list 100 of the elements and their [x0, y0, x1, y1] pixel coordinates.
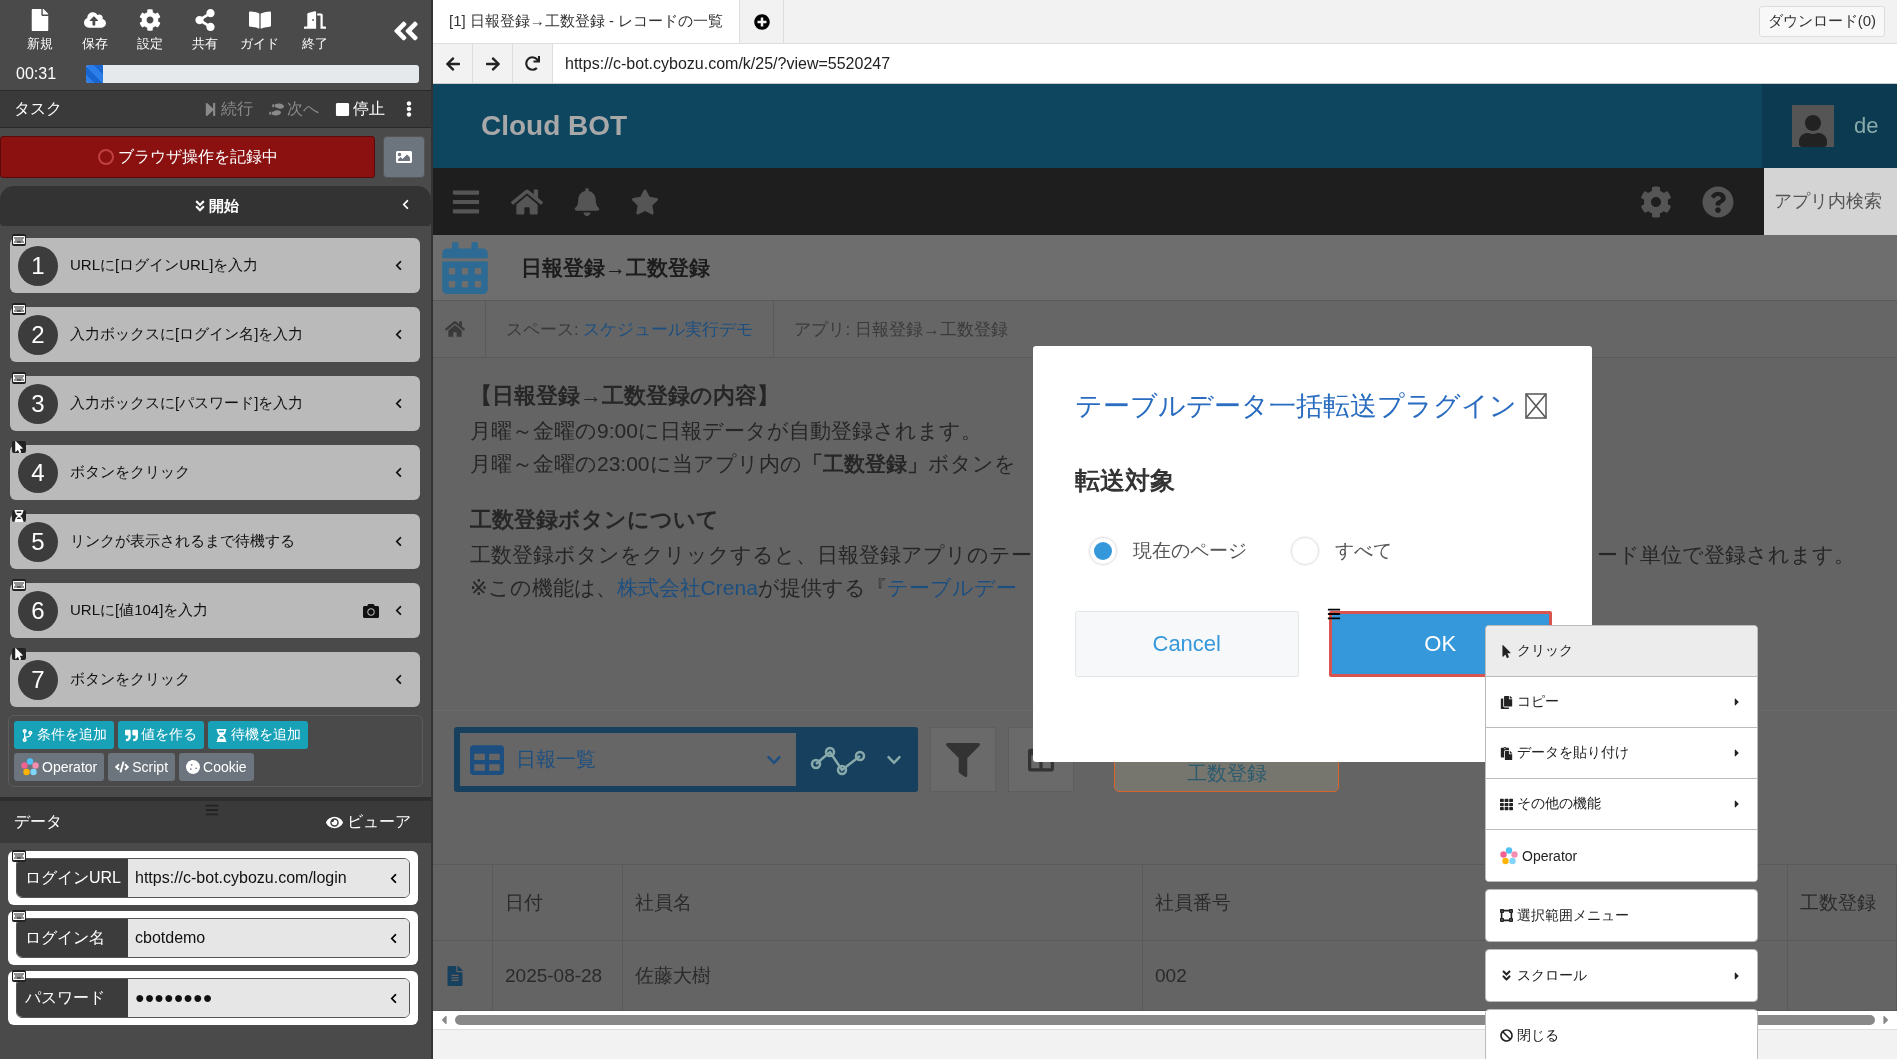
browser-tab[interactable]: [1] 日報登録→工数登録 - レコードの一覧 — [433, 0, 741, 43]
keyboard-icon — [13, 579, 25, 591]
pointer-icon — [13, 441, 25, 453]
star-icon[interactable] — [631, 187, 659, 216]
description-text: ※この機能は、株式会社Crenaが提供する『テーブルデー — [470, 575, 1017, 601]
chevron-left-icon[interactable] — [388, 992, 399, 1004]
column-header: 工数登録 — [1788, 865, 1897, 940]
action-button[interactable]: 停止 — [335, 98, 385, 120]
close-icon[interactable] — [1525, 393, 1547, 419]
section-title: 転送対象 — [1075, 465, 1176, 496]
data-value: https://c-bot.cybozu.com/login — [128, 859, 388, 897]
share-icon — [193, 9, 216, 31]
address-field[interactable]: https://c-bot.cybozu.com/k/25/?view=5520247 — [553, 44, 891, 83]
chevron-left-icon[interactable] — [388, 932, 399, 944]
app-title: 日報登録→工数登録 — [521, 254, 710, 281]
toolbar-button[interactable]: 設定 — [122, 5, 177, 57]
reload-icon — [525, 56, 540, 71]
back-button[interactable] — [433, 44, 473, 83]
door-icon — [303, 9, 326, 31]
menu-item[interactable]: 選択範囲メニュー — [1486, 890, 1757, 941]
chevron-left-icon[interactable] — [393, 536, 404, 547]
viewer-button[interactable]: ビューア — [320, 810, 417, 834]
menu-item[interactable]: スクロール — [1486, 950, 1757, 1001]
description-heading: 【日報登録→工数登録の内容】 — [470, 382, 779, 410]
step-label: 入力ボックスに[ログイン名]を入力 — [70, 325, 305, 344]
toolbar-button[interactable]: 保存 — [67, 5, 122, 57]
menu-icon[interactable] — [1327, 607, 1341, 621]
reload-button[interactable] — [513, 44, 553, 83]
forward-button[interactable] — [473, 44, 513, 83]
selection-icon — [1500, 909, 1513, 922]
chevron-left-icon[interactable] — [393, 674, 404, 685]
keyboard-icon — [13, 372, 25, 384]
step-number: 4 — [18, 453, 58, 493]
footprints-icon — [269, 101, 284, 117]
cookie-icon — [186, 760, 201, 774]
step-number: 2 — [18, 315, 58, 355]
step-label: URLに[ログインURL]を入力 — [70, 256, 260, 275]
tool-button[interactable]: Operator — [14, 753, 105, 781]
drag-handle-icon[interactable] — [205, 803, 219, 817]
data-value: ●●●●●●●● — [128, 979, 388, 1017]
view-name: 日報一覧 — [516, 747, 597, 772]
toolbar-button[interactable]: 共有 — [177, 5, 232, 57]
step-forward-icon — [203, 101, 218, 117]
chevron-left-icon — [400, 199, 411, 210]
tool-button[interactable]: Cookie — [179, 753, 254, 781]
section-label: 開始 — [208, 196, 239, 216]
image-button[interactable] — [383, 136, 425, 178]
table-icon — [470, 742, 504, 777]
step-number: 7 — [18, 660, 58, 700]
data-name-label: ログインURL — [17, 859, 128, 897]
arrow-right-icon — [484, 55, 501, 72]
menu-item[interactable]: クリック — [1486, 626, 1757, 677]
code-icon — [115, 760, 130, 774]
chevron-left-icon[interactable] — [393, 329, 404, 340]
copy-icon — [1500, 695, 1513, 709]
branch-icon — [21, 728, 34, 742]
description-text: ード単位で登録されます。 — [1597, 542, 1855, 568]
tool-button[interactable]: Script — [108, 753, 176, 781]
user-name: de — [1854, 113, 1879, 139]
toolbar-button[interactable]: 終了 — [287, 5, 342, 57]
dialog-title: テーブルデータ一括転送プラグイン — [1075, 390, 1517, 423]
timer: 00:31 — [16, 65, 57, 83]
column-header: 日付 — [493, 865, 623, 940]
chevron-left-icon[interactable] — [393, 260, 404, 271]
calendar-icon — [439, 241, 491, 294]
step-label: URLに[値104]を入力 — [70, 601, 210, 620]
step-label: ボタンをクリック — [70, 670, 191, 689]
step-label: 入力ボックスに[パスワード]を入力 — [70, 394, 305, 413]
description-text: 月曜～金曜の9:00に日報データが自動登録されます。 — [470, 418, 982, 444]
record-icon — [97, 149, 114, 165]
data-value: cbotdemo — [128, 919, 388, 957]
filter-icon — [946, 742, 980, 777]
chevron-left-icon[interactable] — [388, 872, 399, 884]
paste-icon — [1500, 746, 1513, 760]
menu-item[interactable]: 閉じる — [1486, 1010, 1757, 1059]
step-number: 3 — [18, 384, 58, 424]
description-text: 月曜～金曜の23:00に当アプリ内の「工数登録」ボタンを — [470, 451, 1016, 477]
toolbar-button[interactable]: 新規 — [12, 5, 67, 57]
column-header: 社員名 — [623, 865, 1143, 940]
double-chevron-down-icon — [1500, 969, 1513, 982]
chevron-left-icon[interactable] — [393, 398, 404, 409]
pointer-icon — [1500, 644, 1513, 658]
radio-option[interactable]: 現在のページ — [1089, 537, 1247, 565]
arrow-left-icon — [444, 55, 461, 72]
hourglass-icon — [215, 728, 228, 742]
chevron-left-icon[interactable] — [393, 467, 404, 478]
section-header[interactable]: 開始 — [0, 186, 431, 226]
toolbar-button[interactable]: ガイド — [232, 5, 287, 57]
image-icon — [396, 149, 412, 165]
chevron-left-icon[interactable] — [393, 605, 404, 616]
table-cell: 2025-08-28 — [493, 941, 623, 1010]
radio-option[interactable]: すべて — [1291, 537, 1392, 565]
pointer-icon — [13, 648, 25, 660]
search-field[interactable]: アプリ内検索 — [1764, 168, 1897, 235]
panel-title: タスク — [14, 98, 62, 119]
download-button[interactable]: ダウンロード(0) — [1758, 6, 1885, 37]
keyboard-icon — [13, 234, 25, 246]
keyboard-icon — [13, 303, 25, 315]
record-button[interactable]: ブラウザ操作を記録中 — [0, 136, 375, 178]
flower-icon — [21, 758, 39, 776]
